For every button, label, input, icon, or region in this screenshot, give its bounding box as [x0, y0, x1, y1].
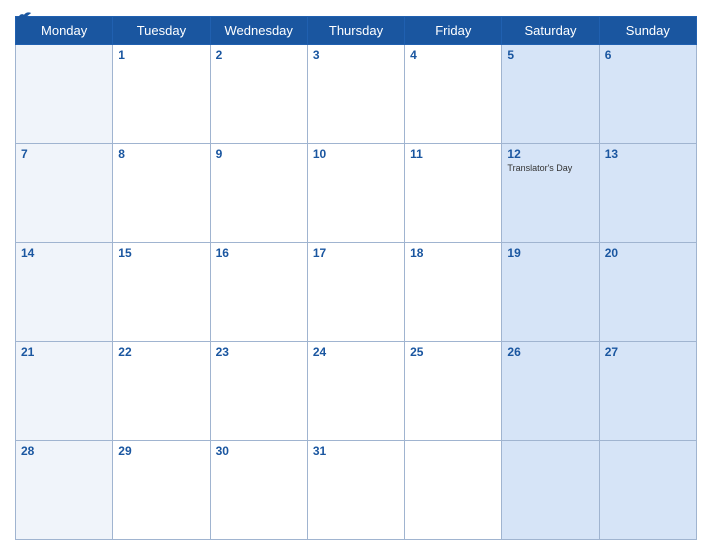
day-number: 3	[313, 48, 399, 62]
week-row-2: 789 10 11 12 Translator's Day 13	[16, 144, 697, 243]
weekday-header-wednesday: Wednesday	[210, 17, 307, 45]
calendar-cell	[502, 441, 599, 540]
weekday-header-tuesday: Tuesday	[113, 17, 210, 45]
calendar-cell: 31	[307, 441, 404, 540]
event-label: Translator's Day	[507, 163, 593, 175]
calendar-cell: 8	[113, 144, 210, 243]
day-number: 1	[118, 48, 204, 62]
day-number: 21	[21, 345, 107, 359]
calendar-cell: 5	[502, 45, 599, 144]
day-number: 24	[313, 345, 399, 359]
calendar-cell: 21	[16, 342, 113, 441]
day-number: 20	[605, 246, 691, 260]
day-number: 17	[313, 246, 399, 260]
calendar-cell: 29	[113, 441, 210, 540]
calendar-cell: 25	[405, 342, 502, 441]
calendar-cell: 10	[307, 144, 404, 243]
calendar-cell: 7	[16, 144, 113, 243]
calendar-cell: 22	[113, 342, 210, 441]
week-row-4: 21 22 23 24 25 26 27	[16, 342, 697, 441]
week-row-5: 28 29 30 31	[16, 441, 697, 540]
weekday-header-friday: Friday	[405, 17, 502, 45]
day-number: 16	[216, 246, 302, 260]
calendar-cell: 1	[113, 45, 210, 144]
day-number: 9	[216, 147, 302, 161]
calendar-cell: 6	[599, 45, 696, 144]
day-number: 14	[21, 246, 107, 260]
week-row-3: 14 15 16 17 18 19 20	[16, 243, 697, 342]
calendar-cell: 27	[599, 342, 696, 441]
day-number: 28	[21, 444, 107, 458]
day-number: 25	[410, 345, 496, 359]
calendar-cell: 19	[502, 243, 599, 342]
calendar-cell: 17	[307, 243, 404, 342]
calendar-cell: 26	[502, 342, 599, 441]
calendar-cell: 4	[405, 45, 502, 144]
day-number: 11	[410, 147, 496, 161]
weekday-header-row: MondayTuesdayWednesdayThursdayFridaySatu…	[16, 17, 697, 45]
week-row-1: 123456	[16, 45, 697, 144]
calendar-table: MondayTuesdayWednesdayThursdayFridaySatu…	[15, 16, 697, 540]
day-number: 2	[216, 48, 302, 62]
weekday-header-saturday: Saturday	[502, 17, 599, 45]
day-number: 22	[118, 345, 204, 359]
calendar-cell: 18	[405, 243, 502, 342]
calendar-cell: 14	[16, 243, 113, 342]
day-number: 29	[118, 444, 204, 458]
day-number: 5	[507, 48, 593, 62]
day-number: 6	[605, 48, 691, 62]
calendar-cell: 28	[16, 441, 113, 540]
calendar-cell: 13	[599, 144, 696, 243]
day-number: 7	[21, 147, 107, 161]
calendar-cell: 30	[210, 441, 307, 540]
logo-bird-icon	[15, 10, 33, 24]
day-number: 8	[118, 147, 204, 161]
day-number: 18	[410, 246, 496, 260]
calendar-cell: 9	[210, 144, 307, 243]
calendar-cell: 2	[210, 45, 307, 144]
day-number: 26	[507, 345, 593, 359]
calendar-cell: 12 Translator's Day	[502, 144, 599, 243]
day-number: 27	[605, 345, 691, 359]
calendar-cell: 23	[210, 342, 307, 441]
weekday-header-thursday: Thursday	[307, 17, 404, 45]
logo	[15, 10, 35, 24]
calendar-cell	[405, 441, 502, 540]
calendar-cell: 3	[307, 45, 404, 144]
calendar-cell: 11	[405, 144, 502, 243]
calendar-cell: 24	[307, 342, 404, 441]
weekday-header-sunday: Sunday	[599, 17, 696, 45]
logo-blue-text	[15, 10, 35, 24]
calendar-cell: 16	[210, 243, 307, 342]
calendar-cell	[16, 45, 113, 144]
day-number: 12	[507, 147, 593, 161]
day-number: 15	[118, 246, 204, 260]
calendar-container: MondayTuesdayWednesdayThursdayFridaySatu…	[0, 0, 712, 550]
calendar-cell: 20	[599, 243, 696, 342]
calendar-cell	[599, 441, 696, 540]
day-number: 4	[410, 48, 496, 62]
day-number: 19	[507, 246, 593, 260]
day-number: 30	[216, 444, 302, 458]
day-number: 23	[216, 345, 302, 359]
calendar-cell: 15	[113, 243, 210, 342]
day-number: 31	[313, 444, 399, 458]
day-number: 13	[605, 147, 691, 161]
day-number: 10	[313, 147, 399, 161]
